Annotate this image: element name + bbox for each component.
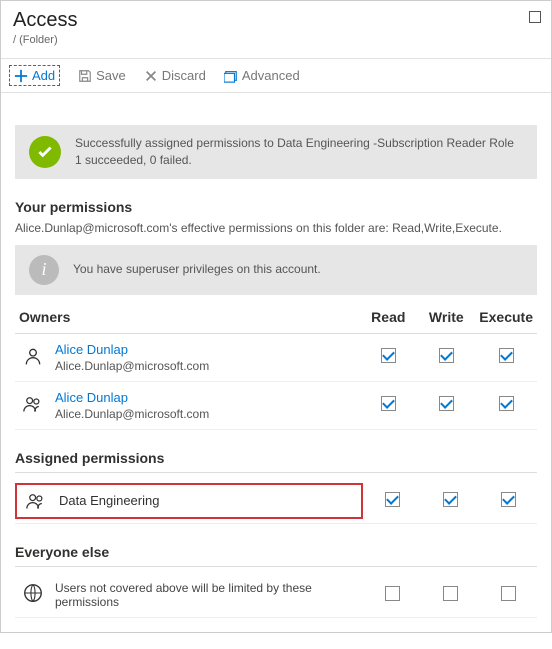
your-permissions-desc: Alice.Dunlap@microsoft.com's effective p… bbox=[15, 221, 537, 235]
assigned-title: Assigned permissions bbox=[15, 450, 537, 466]
info-icon: i bbox=[29, 255, 59, 285]
owner-name[interactable]: Alice Dunlap bbox=[55, 390, 355, 405]
discard-icon bbox=[144, 69, 158, 83]
read-checkbox[interactable] bbox=[385, 492, 400, 507]
table-row: Alice Dunlap Alice.Dunlap@microsoft.com bbox=[15, 381, 537, 429]
success-line2: 1 succeeded, 0 failed. bbox=[75, 152, 514, 169]
add-button[interactable]: Add bbox=[9, 65, 60, 86]
write-checkbox[interactable] bbox=[439, 396, 454, 411]
success-check-icon bbox=[29, 136, 61, 168]
success-line1: Successfully assigned permissions to Dat… bbox=[75, 135, 514, 152]
col-owners: Owners bbox=[15, 301, 359, 334]
everyone-title: Everyone else bbox=[15, 544, 537, 560]
read-checkbox[interactable] bbox=[381, 348, 396, 363]
discard-label: Discard bbox=[162, 68, 206, 83]
table-row: Alice Dunlap Alice.Dunlap@microsoft.com bbox=[15, 333, 537, 381]
globe-icon bbox=[22, 582, 44, 604]
assigned-table: Data Engineering bbox=[15, 479, 537, 524]
page-title: Access bbox=[13, 9, 539, 32]
save-icon bbox=[78, 69, 92, 83]
assigned-name[interactable]: Data Engineering bbox=[59, 493, 159, 508]
group-icon bbox=[22, 394, 44, 414]
save-button[interactable]: Save bbox=[78, 68, 126, 83]
advanced-label: Advanced bbox=[242, 68, 300, 83]
advanced-icon bbox=[224, 69, 238, 83]
advanced-button[interactable]: Advanced bbox=[224, 68, 300, 83]
execute-checkbox[interactable] bbox=[501, 492, 516, 507]
your-permissions-title: Your permissions bbox=[15, 199, 537, 215]
write-checkbox[interactable] bbox=[443, 492, 458, 507]
everyone-desc: Users not covered above will be limited … bbox=[55, 581, 315, 609]
save-label: Save bbox=[96, 68, 126, 83]
table-row: Data Engineering bbox=[15, 479, 537, 524]
write-checkbox[interactable] bbox=[439, 348, 454, 363]
owner-email: Alice.Dunlap@microsoft.com bbox=[55, 359, 355, 373]
owner-email: Alice.Dunlap@microsoft.com bbox=[55, 407, 355, 421]
success-banner: Successfully assigned permissions to Dat… bbox=[15, 125, 537, 179]
write-checkbox[interactable] bbox=[443, 586, 458, 601]
execute-checkbox[interactable] bbox=[499, 396, 514, 411]
info-banner: i You have superuser privileges on this … bbox=[15, 245, 537, 295]
owner-name[interactable]: Alice Dunlap bbox=[55, 342, 355, 357]
col-write: Write bbox=[417, 301, 475, 334]
execute-checkbox[interactable] bbox=[501, 586, 516, 601]
add-label: Add bbox=[32, 68, 55, 83]
info-text: You have superuser privileges on this ac… bbox=[73, 261, 321, 278]
read-checkbox[interactable] bbox=[385, 586, 400, 601]
toolbar: Add Save Discard Advanced bbox=[1, 58, 551, 93]
owners-table: Owners Read Write Execute Alice Dunlap A… bbox=[15, 301, 537, 430]
col-read: Read bbox=[359, 301, 417, 334]
user-icon bbox=[23, 346, 43, 366]
table-row: Users not covered above will be limited … bbox=[15, 573, 537, 618]
plus-icon bbox=[14, 69, 28, 83]
col-execute: Execute bbox=[475, 301, 537, 334]
breadcrumb: / (Folder) bbox=[13, 34, 539, 46]
highlighted-entry: Data Engineering bbox=[15, 483, 363, 519]
execute-checkbox[interactable] bbox=[499, 348, 514, 363]
read-checkbox[interactable] bbox=[381, 396, 396, 411]
discard-button[interactable]: Discard bbox=[144, 68, 206, 83]
group-icon bbox=[25, 491, 47, 511]
maximize-icon[interactable] bbox=[529, 11, 541, 23]
everyone-table: Users not covered above will be limited … bbox=[15, 573, 537, 618]
